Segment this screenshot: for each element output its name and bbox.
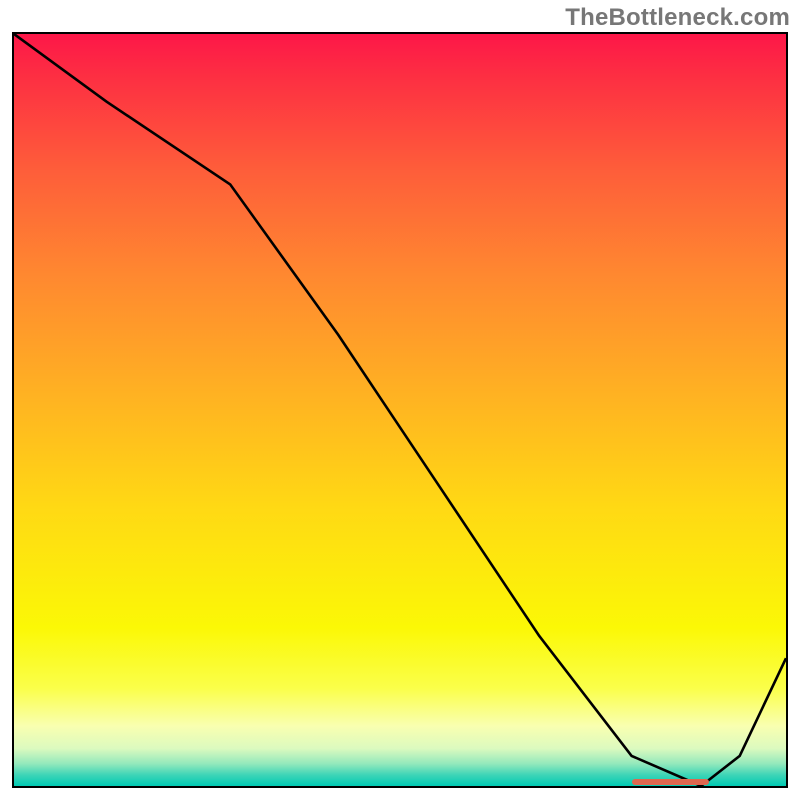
chart-root: TheBottleneck.com [0, 0, 800, 800]
optimum-flat-marker [632, 779, 709, 785]
bottleneck-curve [14, 34, 786, 786]
curve-path [14, 34, 786, 786]
plot-area [12, 32, 788, 788]
watermark-label: TheBottleneck.com [565, 4, 790, 32]
